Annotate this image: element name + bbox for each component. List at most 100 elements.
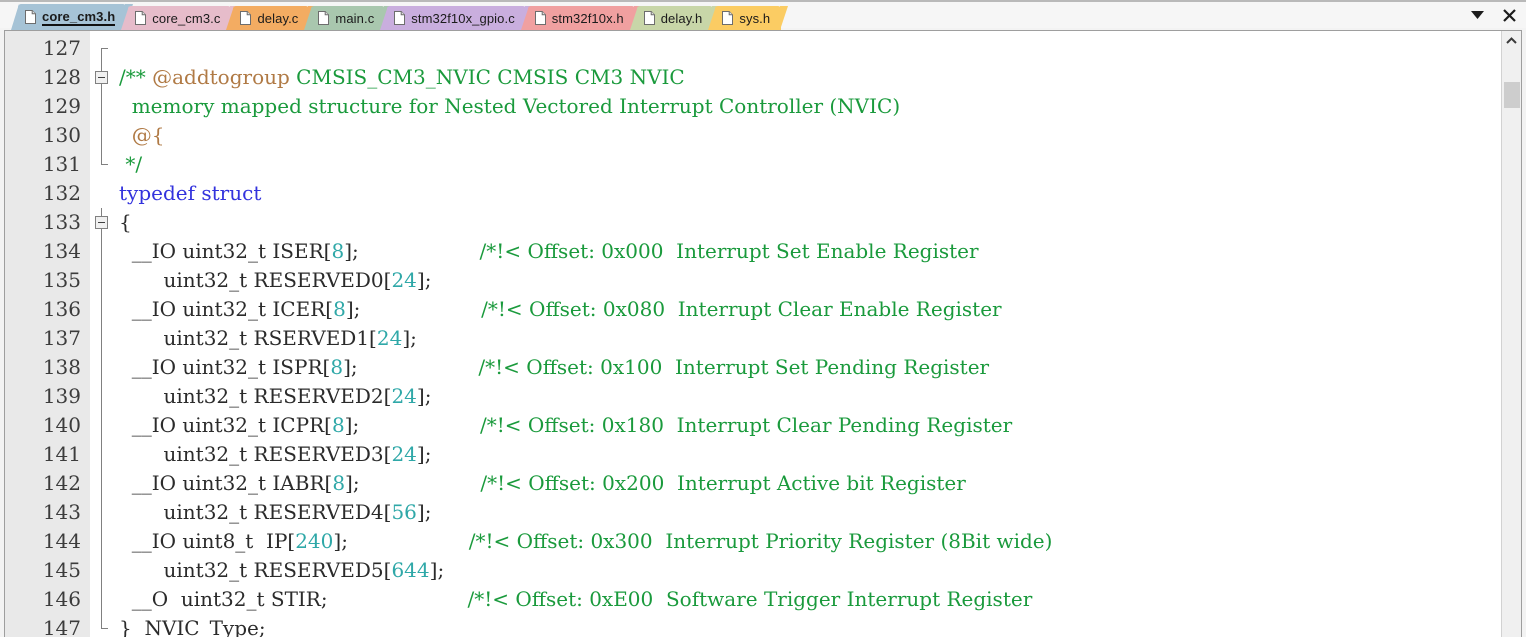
- code-token: ];: [416, 442, 432, 466]
- code-line[interactable]: /** @addtogroup CMSIS_CM3_NVIC CMSIS CM3…: [113, 63, 1521, 92]
- line-number: 144: [42, 529, 81, 553]
- fold-marker[interactable]: [91, 556, 113, 585]
- fold-collapse-box[interactable]: [95, 71, 108, 84]
- code-line[interactable]: */: [113, 150, 1521, 179]
- fold-line: [101, 92, 102, 121]
- code-trailing-comment: /*!< Offset: 0xE00 Software Trigger Inte…: [327, 587, 1033, 611]
- code-folding-margin[interactable]: [91, 31, 113, 637]
- fold-marker[interactable]: [91, 411, 113, 440]
- line-number: 130: [42, 123, 81, 147]
- code-token: @addtogroup: [152, 65, 290, 89]
- fold-line: [101, 585, 102, 614]
- fold-marker[interactable]: [91, 237, 113, 266]
- fold-marker[interactable]: [91, 208, 113, 237]
- fold-marker[interactable]: [91, 527, 113, 556]
- code-trailing-comment: /*!< Offset: 0x180 Interrupt Clear Pendi…: [359, 413, 1013, 437]
- fold-line: [101, 353, 102, 382]
- code-line[interactable]: __IO uint32_t IABR[8]; /*!< Offset: 0x20…: [113, 469, 1521, 498]
- code-line[interactable]: __IO uint8_t IP[240]; /*!< Offset: 0x300…: [113, 527, 1521, 556]
- scrollbar-thumb[interactable]: [1504, 82, 1520, 108]
- fold-marker[interactable]: [91, 266, 113, 295]
- file-icon: [643, 11, 655, 25]
- fold-marker[interactable]: [91, 295, 113, 324]
- code-token: ];: [333, 529, 348, 553]
- fold-marker[interactable]: [91, 121, 113, 150]
- line-number: 142: [42, 471, 81, 495]
- fold-marker[interactable]: [91, 585, 113, 614]
- tab-delay-c[interactable]: delay.c: [226, 6, 317, 30]
- code-line[interactable]: __O uint32_t STIR; /*!< Offset: 0xE00 So…: [113, 585, 1521, 614]
- fold-collapse-box[interactable]: [95, 216, 108, 229]
- fold-marker[interactable]: [91, 150, 113, 179]
- code-token: __IO uint32_t IABR[: [119, 471, 333, 495]
- code-token: 8: [330, 355, 344, 379]
- tab-core-cm3-c[interactable]: core_cm3.c: [121, 6, 239, 30]
- fold-marker[interactable]: [91, 382, 113, 411]
- tab-bar-controls: [1468, 6, 1518, 24]
- tab-list-dropdown-icon[interactable]: [1468, 6, 1486, 24]
- code-line[interactable]: uint32_t RESERVED3[24];: [113, 440, 1521, 469]
- editor-inner: 127 128 129 130 131 132 133 134 135 136 137 138 139 1…: [5, 31, 1521, 637]
- fold-marker[interactable]: [91, 34, 113, 63]
- code-line[interactable]: uint32_t RESERVED4[56];: [113, 498, 1521, 527]
- code-line[interactable]: uint32_t RESERVED2[24];: [113, 382, 1521, 411]
- line-number: 128: [42, 65, 81, 89]
- code-token: __IO uint32_t ISER[: [119, 239, 332, 263]
- fold-line: [101, 614, 102, 629]
- code-line[interactable]: typedef struct: [113, 179, 1521, 208]
- fold-marker[interactable]: [91, 63, 113, 92]
- file-icon: [722, 11, 734, 25]
- fold-line: [101, 498, 102, 527]
- file-icon: [643, 11, 655, 25]
- line-number: 131: [42, 152, 81, 176]
- fold-marker[interactable]: [91, 469, 113, 498]
- fold-marker[interactable]: [91, 324, 113, 353]
- chevron-up-icon: [1506, 37, 1517, 44]
- tab-stm32f10x-gpio-c[interactable]: stm32f10x_gpio.c: [380, 6, 533, 30]
- code-line[interactable]: uint32_t RESERVED0[24];: [113, 266, 1521, 295]
- code-line[interactable]: uint32_t RESERVED5[644];: [113, 556, 1521, 585]
- file-icon: [240, 11, 252, 25]
- close-tab-button[interactable]: [1500, 6, 1518, 24]
- fold-marker[interactable]: [91, 498, 113, 527]
- code-token: 240: [295, 529, 334, 553]
- line-number: 129: [42, 94, 81, 118]
- fold-line: [101, 382, 102, 411]
- line-number-gutter: 127 128 129 130 131 132 133 134 135 136 137 138 139 1…: [5, 31, 91, 637]
- code-line[interactable]: memory mapped structure for Nested Vecto…: [113, 92, 1521, 121]
- code-token: 56: [391, 500, 417, 524]
- editor-pane[interactable]: 127 128 129 130 131 132 133 134 135 136 137 138 139 1…: [4, 30, 1522, 637]
- code-line[interactable]: } NVIC_Type;: [113, 614, 1521, 637]
- tab-core-cm3-h[interactable]: core_cm3.h: [10, 4, 134, 30]
- file-icon: [25, 10, 36, 24]
- tab-sys-h[interactable]: sys.h: [708, 6, 789, 30]
- fold-marker[interactable]: [91, 614, 113, 637]
- tab-main-c[interactable]: main.c: [304, 6, 393, 30]
- scroll-up-arrow-icon[interactable]: [1502, 31, 1521, 50]
- code-token: CMSIS_CM3_NVIC CMSIS CM3 NVIC: [289, 65, 685, 89]
- code-text-area[interactable]: /** @addtogroup CMSIS_CM3_NVIC CMSIS CM3…: [113, 31, 1521, 637]
- code-token: uint32_t RESERVED5[: [119, 558, 392, 582]
- tab-delay-h[interactable]: delay.h: [629, 6, 721, 30]
- code-line[interactable]: @{: [113, 121, 1521, 150]
- tab-label: stm32f10x_gpio.c: [411, 10, 515, 26]
- vertical-scrollbar[interactable]: [1501, 31, 1521, 637]
- code-line[interactable]: __IO uint32_t ICER[8]; /*!< Offset: 0x08…: [113, 295, 1521, 324]
- fold-marker[interactable]: [91, 353, 113, 382]
- code-token: 24: [391, 384, 417, 408]
- code-token: ];: [416, 384, 432, 408]
- tab-stm32f10x-h[interactable]: stm32f10x.h: [520, 6, 642, 30]
- line-number: 140: [42, 413, 81, 437]
- fold-marker[interactable]: [91, 179, 113, 208]
- code-line[interactable]: uint32_t RSERVED1[24];: [113, 324, 1521, 353]
- code-line[interactable]: [113, 34, 1521, 63]
- code-line[interactable]: __IO uint32_t ISPR[8]; /*!< Offset: 0x10…: [113, 353, 1521, 382]
- code-token: ];: [343, 355, 358, 379]
- code-token: ];: [344, 239, 359, 263]
- code-line[interactable]: __IO uint32_t ISER[8]; /*!< Offset: 0x00…: [113, 237, 1521, 266]
- fold-marker[interactable]: [91, 440, 113, 469]
- fold-marker[interactable]: [91, 92, 113, 121]
- code-line[interactable]: {: [113, 208, 1521, 237]
- code-line[interactable]: __IO uint32_t ICPR[8]; /*!< Offset: 0x18…: [113, 411, 1521, 440]
